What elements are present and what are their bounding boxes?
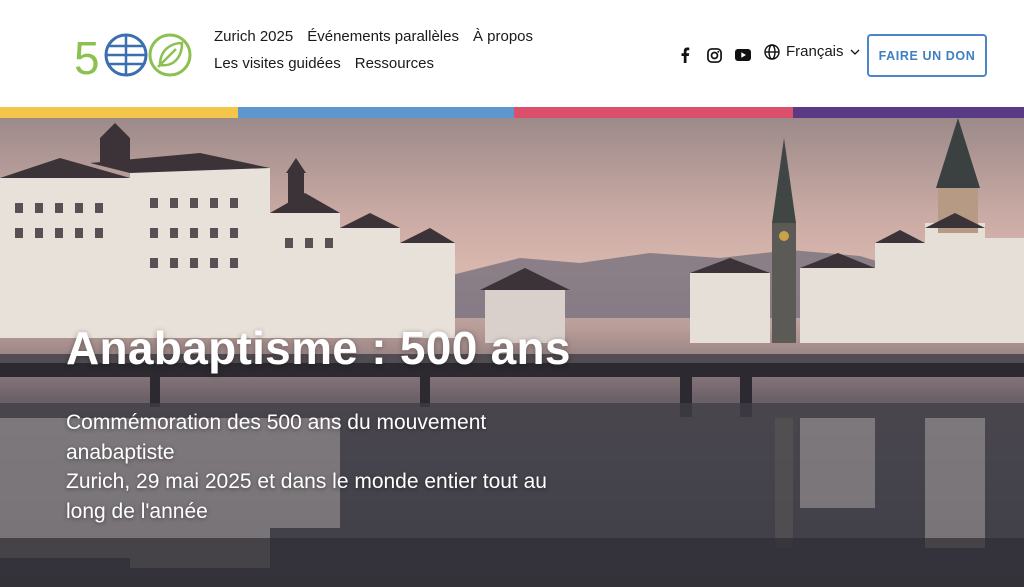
logo-five: 5 [74,32,100,80]
color-stripe [0,107,1024,118]
globe-icon [104,33,148,77]
donate-button[interactable]: FAIRE UN DON [867,34,987,77]
hero-subtitle-line: long de l'année [66,499,208,523]
nav-visites-guidees[interactable]: Les visites guidées [214,55,341,72]
main-nav: Zurich 2025 Événements parallèles À prop… [214,28,654,72]
stripe-blue [238,107,514,118]
facebook-icon[interactable] [675,45,695,65]
nav-evenements-paralleles[interactable]: Événements parallèles [307,28,459,45]
instagram-icon[interactable] [704,45,724,65]
hero-title: Anabaptisme : 500 ans [66,322,571,374]
language-selector[interactable]: Français [764,43,860,60]
hero-subtitle: Commémoration des 500 ans du mouvement a… [66,408,626,526]
hero-subtitle-line: Commémoration des 500 ans du mouvement [66,411,487,434]
leaf-icon [148,33,192,77]
nav-zurich-2025[interactable]: Zurich 2025 [214,28,293,45]
nav-ressources[interactable]: Ressources [355,55,434,72]
youtube-icon[interactable] [733,45,753,65]
stripe-yellow [0,107,238,118]
nav-a-propos[interactable]: À propos [473,28,533,45]
chevron-down-icon [850,49,859,55]
hero-banner: Anabaptisme : 500 ans Commémoration des … [0,118,1024,587]
language-label: Français [786,43,844,60]
stripe-purple [793,107,1024,118]
logo-500[interactable]: 5 [74,30,194,80]
site-header: 5 Zurich 2025 Événements parallèles À pr… [0,0,1024,107]
globe-icon [764,43,780,60]
hero-subtitle-line: Zurich, 29 mai 2025 et dans le monde ent… [66,470,547,493]
hero-subtitle-line: anabaptiste [66,440,175,464]
stripe-red [514,107,793,118]
